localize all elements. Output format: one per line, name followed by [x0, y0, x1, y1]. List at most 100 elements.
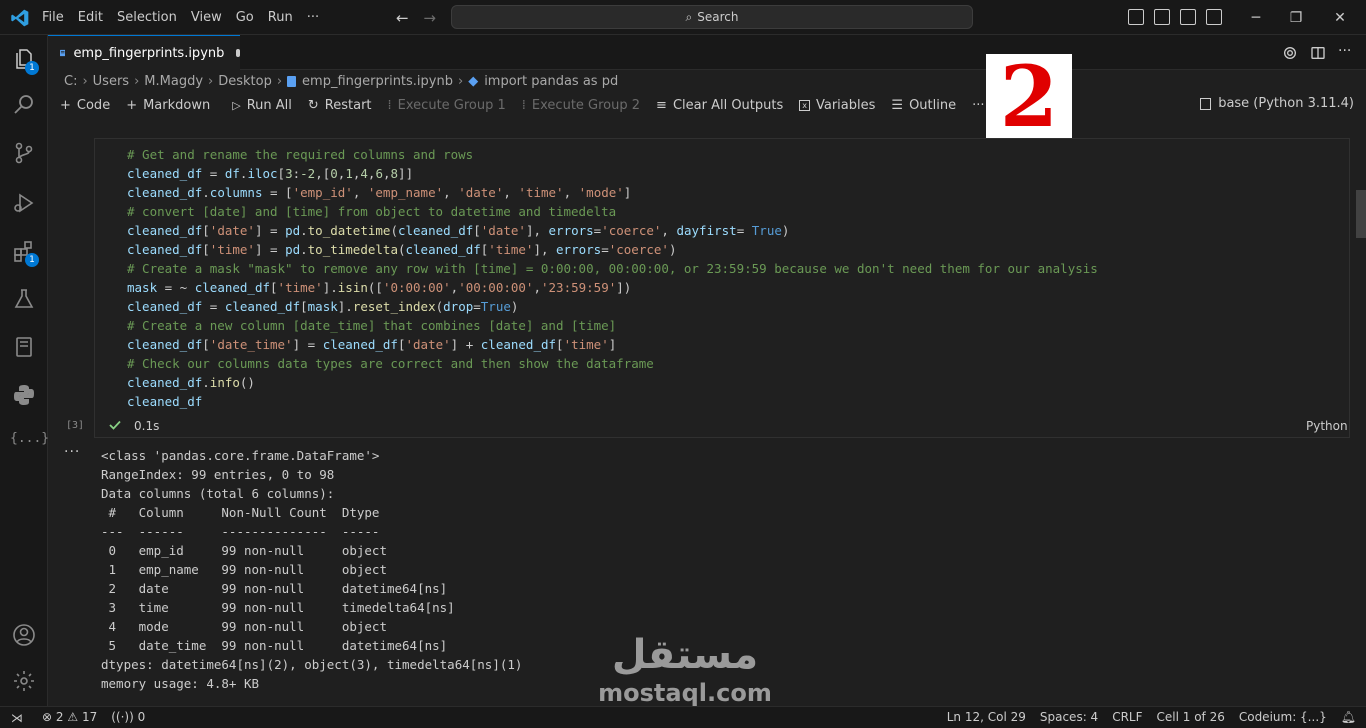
variables-icon: x	[799, 99, 810, 111]
menu-edit[interactable]: Edit	[78, 10, 103, 25]
error-count: 2	[55, 710, 64, 724]
chevron-right-icon: ›	[208, 73, 214, 89]
execution-duration: 0.1s	[134, 419, 160, 433]
notifications-bell-icon[interactable]: 🔔︎	[1341, 710, 1356, 724]
chevron-right-icon: ›	[276, 73, 283, 89]
jupyter-notebook-icon[interactable]	[12, 335, 36, 359]
run-debug-icon[interactable]	[12, 191, 36, 215]
watermark-arabic: مستقل	[611, 632, 759, 678]
scrollbar-thumb[interactable]	[1356, 190, 1366, 238]
code-cell[interactable]: # Get and rename the required columns an…	[94, 138, 1350, 438]
variables-button[interactable]: x Variables	[799, 98, 875, 113]
notebook-settings-gear-icon[interactable]	[1282, 45, 1298, 61]
testing-flask-icon[interactable]	[12, 287, 36, 311]
kernel-picker[interactable]: base (Python 3.11.4)	[1200, 96, 1354, 111]
add-markdown-cell-button[interactable]: + Markdown	[126, 98, 210, 113]
remote-indicator-icon[interactable]: ⋊	[0, 707, 34, 728]
status-bar: ⋊ ⊗ 2 ⚠ 17 ((·)) 0 Ln 12, Col 29 Spaces:…	[0, 706, 1366, 728]
menu-run[interactable]: Run	[268, 10, 293, 25]
back-arrow-icon[interactable]: ←	[396, 9, 409, 27]
play-icon: ▷	[232, 98, 241, 112]
restart-kernel-button[interactable]: ↻ Restart	[308, 98, 372, 113]
outline-list-icon: ☰	[891, 97, 904, 113]
title-bar: File Edit Selection View Go Run ··· ← → …	[0, 0, 1366, 35]
tab-emp-fingerprints[interactable]: emp_fingerprints.ipynb	[48, 35, 240, 70]
tab-title: emp_fingerprints.ipynb	[73, 45, 225, 61]
search-icon[interactable]	[12, 93, 36, 117]
output-line: 5 date_time 99 non-null datetime64[ns]	[101, 638, 455, 653]
breadcrumb-users[interactable]: Users	[93, 74, 129, 89]
toggle-primary-sidebar-icon[interactable]	[1128, 9, 1144, 25]
execution-count: [3]	[66, 420, 85, 431]
restart-icon: ↻	[307, 97, 319, 113]
problems-indicator[interactable]: ⊗ 2 ⚠ 17	[42, 710, 97, 724]
breadcrumb-drive[interactable]: C:	[64, 74, 77, 89]
customize-layout-icon[interactable]	[1206, 9, 1222, 25]
cell-language-picker[interactable]: Python	[1306, 419, 1348, 433]
source-control-icon[interactable]	[12, 141, 36, 165]
account-icon[interactable]	[12, 623, 36, 647]
chevron-right-icon: ›	[134, 73, 140, 89]
editor-more-actions-icon[interactable]: ···	[1338, 43, 1351, 59]
code-editor[interactable]: # Get and rename the required columns an…	[127, 145, 1098, 411]
toggle-panel-icon[interactable]	[1154, 9, 1170, 25]
execute-group-1-label: Execute Group 1	[397, 97, 506, 113]
forward-arrow-icon[interactable]: →	[423, 9, 436, 27]
execute-group-1-button[interactable]: ⁞ Execute Group 1	[388, 98, 506, 113]
clear-all-outputs-button[interactable]: ≡ Clear All Outputs	[656, 98, 783, 113]
add-code-label: Code	[76, 97, 111, 113]
chevron-right-icon: ›	[457, 73, 464, 89]
activity-bar: 1 1 {...}	[0, 35, 49, 706]
search-label: Search	[697, 10, 739, 24]
command-center-search[interactable]: ⌕ Search	[451, 5, 973, 29]
execute-group-icon: ⁞	[387, 97, 392, 113]
output-more-actions-icon[interactable]: ···	[64, 444, 80, 460]
add-markdown-label: Markdown	[143, 97, 211, 113]
menu-file[interactable]: File	[42, 10, 64, 25]
python-icon[interactable]	[12, 383, 36, 407]
execute-group-2-button[interactable]: ⁞ Execute Group 2	[522, 98, 640, 113]
cell-indicator[interactable]: Cell 1 of 26	[1157, 710, 1225, 724]
warning-count: 17	[81, 710, 98, 724]
menu-selection[interactable]: Selection	[117, 10, 177, 25]
menu-view[interactable]: View	[191, 10, 222, 25]
end-of-line[interactable]: CRLF	[1112, 710, 1142, 724]
outline-label: Outline	[909, 97, 957, 113]
ports-indicator[interactable]: ((·)) 0	[111, 710, 145, 724]
menu-go[interactable]: Go	[236, 10, 254, 25]
json-outline-icon[interactable]: {...}	[10, 431, 49, 455]
output-line: 3 time 99 non-null timedelta64[ns]	[101, 600, 455, 615]
output-line: memory usage: 4.8+ KB	[101, 676, 260, 691]
cursor-position[interactable]: Ln 12, Col 29	[947, 710, 1026, 724]
outline-button[interactable]: ☰ Outline	[891, 98, 956, 113]
indentation[interactable]: Spaces: 4	[1040, 710, 1098, 724]
split-editor-icon[interactable]	[1310, 45, 1326, 61]
clear-outputs-label: Clear All Outputs	[672, 97, 784, 113]
restore-button[interactable]: ❐	[1276, 0, 1316, 35]
breadcrumb-file[interactable]: emp_fingerprints.ipynb	[302, 74, 453, 89]
unsaved-dot-icon[interactable]	[236, 49, 240, 57]
vscode-logo-icon	[11, 9, 29, 27]
breadcrumb-user[interactable]: M.Magdy	[144, 74, 203, 89]
menu-bar: File Edit Selection View Go Run ···	[42, 0, 333, 35]
python-icon: ◆	[468, 73, 479, 89]
add-code-cell-button[interactable]: + Code	[60, 98, 110, 113]
variables-label: Variables	[815, 97, 876, 113]
editor-tab-bar: emp_fingerprints.ipynb ···	[48, 35, 1366, 70]
toolbar-more-button[interactable]: ···	[972, 98, 984, 113]
run-all-button[interactable]: ▷ Run All	[232, 98, 292, 113]
breadcrumb-desktop[interactable]: Desktop	[218, 74, 272, 89]
minimize-button[interactable]: ─	[1236, 0, 1276, 35]
run-all-label: Run All	[246, 97, 292, 113]
warning-icon: ⚠	[67, 710, 79, 724]
error-icon: ⊗	[42, 710, 53, 724]
output-line: 4 mode 99 non-null object	[101, 619, 455, 634]
menu-more[interactable]: ···	[307, 10, 319, 25]
notebook-file-icon	[287, 75, 297, 87]
settings-gear-icon[interactable]	[12, 669, 36, 693]
toggle-secondary-sidebar-icon[interactable]	[1180, 9, 1196, 25]
breadcrumb: C: › Users › M.Magdy › Desktop › emp_fin…	[48, 70, 1366, 92]
close-button[interactable]: ✕	[1320, 0, 1360, 35]
breadcrumb-cell[interactable]: import pandas as pd	[484, 74, 618, 89]
codeium-status[interactable]: Codeium: {...}	[1239, 710, 1327, 724]
